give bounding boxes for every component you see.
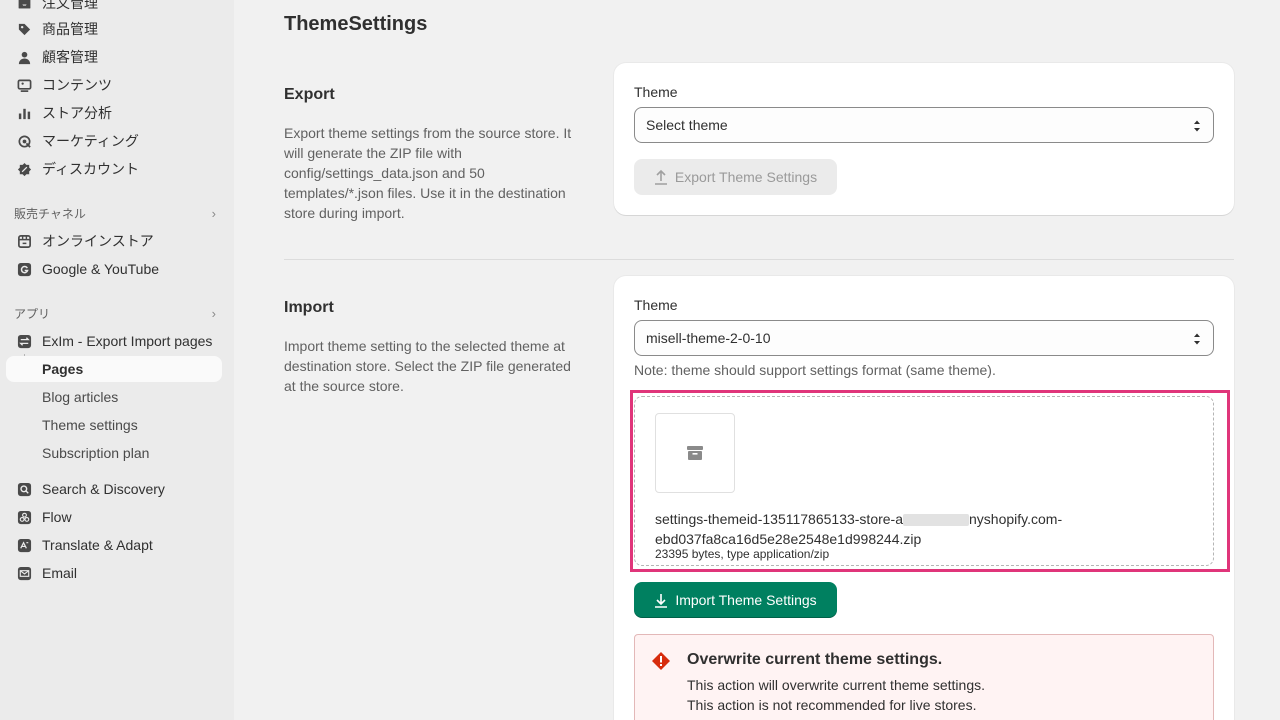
sidebar-subitem-label: Blog articles: [42, 389, 119, 405]
sales-channels-label: 販売チャネル: [14, 207, 86, 221]
export-theme-label: Theme: [634, 84, 678, 100]
import-card: Theme misell-theme-2-0-10 Note: theme sh…: [614, 276, 1234, 720]
sidebar-item-exim-app[interactable]: ExIm - Export Import pages: [6, 328, 222, 354]
sidebar: 注文管理 19 商品管理 顧客管理 コンテンツ ストア分析 マーケティング ディ…: [0, 0, 234, 720]
sidebar-item-label: Email: [42, 565, 78, 581]
sidebar-subitem-label: Pages: [42, 361, 84, 377]
import-theme-select-value: misell-theme-2-0-10: [646, 330, 771, 346]
apps-heading[interactable]: アプリ ›: [14, 305, 216, 322]
sidebar-item-translate-adapt[interactable]: Translate & Adapt: [6, 532, 222, 558]
sidebar-item-products[interactable]: 商品管理: [6, 16, 222, 42]
sidebar-item-label: マーケティング: [42, 133, 139, 149]
sidebar-item-search-discovery[interactable]: Search & Discovery: [6, 476, 222, 502]
sidebar-item-label: 注文管理: [42, 0, 98, 11]
target-icon: [16, 133, 32, 149]
sidebar-item-flow[interactable]: Flow: [6, 504, 222, 530]
app-icon: [16, 333, 32, 349]
import-theme-label: Theme: [634, 297, 678, 313]
search-icon: [16, 481, 32, 497]
chevron-right-icon: ›: [211, 306, 216, 321]
email-icon: [16, 565, 32, 581]
import-theme-note: Note: theme should support settings form…: [634, 362, 996, 378]
tag-icon: [16, 21, 32, 37]
file-name: settings-themeid-135117865133-store-a nys…: [655, 509, 1095, 549]
sidebar-item-orders[interactable]: 注文管理 19: [6, 0, 222, 16]
bar-chart-icon: [16, 105, 32, 121]
main-content: ThemeSettings Export Export theme settin…: [234, 0, 1280, 720]
select-arrows-icon: [1194, 333, 1200, 345]
export-theme-select-value: Select theme: [646, 117, 728, 133]
import-theme-select[interactable]: misell-theme-2-0-10: [634, 320, 1214, 356]
sidebar-item-label: オンラインストア: [42, 233, 154, 249]
flow-icon: [16, 509, 32, 525]
export-section-description: Export theme settings from the source st…: [284, 125, 572, 221]
sidebar-item-google-youtube[interactable]: Google & YouTube: [6, 256, 222, 282]
select-arrows-icon: [1194, 120, 1200, 132]
chevron-right-icon: ›: [211, 206, 216, 221]
inbox-icon: [16, 0, 32, 11]
sidebar-item-label: Search & Discovery: [42, 481, 165, 497]
apps-label: アプリ: [14, 307, 51, 321]
upload-icon: [654, 169, 667, 185]
redacted-region: [903, 514, 970, 527]
store-icon: [16, 233, 32, 249]
archive-icon: [687, 446, 703, 460]
sidebar-subitem-label: Theme settings: [42, 417, 138, 433]
sidebar-item-marketing[interactable]: マーケティング: [6, 128, 222, 154]
sidebar-subitem-subscription-plan[interactable]: Subscription plan: [6, 440, 222, 466]
person-icon: [16, 49, 32, 65]
file-thumbnail: [655, 413, 735, 493]
export-section-title: Export: [284, 86, 335, 103]
banner-line: This action will overwrite current theme…: [687, 677, 985, 693]
page-title: ThemeSettings: [284, 13, 428, 35]
banner-title: Overwrite current theme settings.: [687, 651, 943, 668]
file-meta: 23395 bytes, type application/zip: [655, 547, 830, 561]
sidebar-item-discounts[interactable]: ディスカウント: [6, 156, 222, 182]
sidebar-item-label: 顧客管理: [42, 49, 98, 65]
sidebar-subitem-theme-settings[interactable]: Theme settings: [6, 412, 222, 438]
file-name-part-2: nyshopify.com-: [969, 511, 1063, 527]
download-icon: [655, 594, 668, 608]
sidebar-item-customers[interactable]: 顧客管理: [6, 44, 222, 70]
section-divider: [284, 259, 1234, 260]
sidebar-subitem-label: Subscription plan: [42, 445, 150, 461]
sidebar-item-label: コンテンツ: [42, 77, 112, 93]
sidebar-item-analytics[interactable]: ストア分析: [6, 100, 222, 126]
sidebar-item-label: ディスカウント: [42, 161, 140, 177]
warning-diamond-icon: [652, 652, 670, 670]
sidebar-item-label: Translate & Adapt: [42, 537, 153, 553]
translate-icon: [16, 537, 32, 553]
discount-icon: [16, 161, 32, 177]
overwrite-warning-banner: Overwrite current theme settings. This a…: [634, 634, 1214, 720]
file-name-part-1: settings-themeid-135117865133-store-a: [655, 511, 904, 527]
sidebar-item-email[interactable]: Email: [6, 560, 222, 586]
sidebar-item-online-store[interactable]: オンラインストア: [6, 228, 222, 254]
sidebar-item-label: 商品管理: [42, 21, 98, 37]
image-icon: [16, 77, 32, 93]
file-name-part-3: ebd037fa8ca16d5e28e2548e1d998244.zip: [655, 531, 922, 547]
sidebar-item-label: Google & YouTube: [42, 261, 160, 277]
import-section-title: Import: [284, 299, 334, 316]
import-section-description: Import theme setting to the selected the…: [284, 338, 571, 394]
file-dropzone[interactable]: settings-themeid-135117865133-store-a nys…: [634, 396, 1214, 566]
export-button-label: Export Theme Settings: [674, 169, 818, 185]
export-theme-select[interactable]: Select theme: [634, 107, 1214, 143]
export-theme-settings-button[interactable]: Export Theme Settings: [634, 159, 837, 195]
sidebar-item-content[interactable]: コンテンツ: [6, 72, 222, 98]
sidebar-subitem-blog-articles[interactable]: Blog articles: [6, 384, 222, 410]
sidebar-item-label: ExIm - Export Import pages: [42, 333, 213, 349]
sales-channels-heading[interactable]: 販売チャネル ›: [14, 205, 216, 222]
banner-line: This action is not recommended for live …: [687, 697, 977, 713]
google-icon: [16, 261, 32, 277]
sidebar-subitem-pages[interactable]: Pages: [6, 356, 222, 382]
export-card: Theme Select theme Export Theme Settings: [614, 63, 1234, 215]
sidebar-item-label: Flow: [42, 509, 72, 525]
sidebar-item-label: ストア分析: [42, 105, 112, 121]
import-button-label: Import Theme Settings: [675, 592, 817, 608]
import-theme-settings-button[interactable]: Import Theme Settings: [634, 582, 837, 618]
